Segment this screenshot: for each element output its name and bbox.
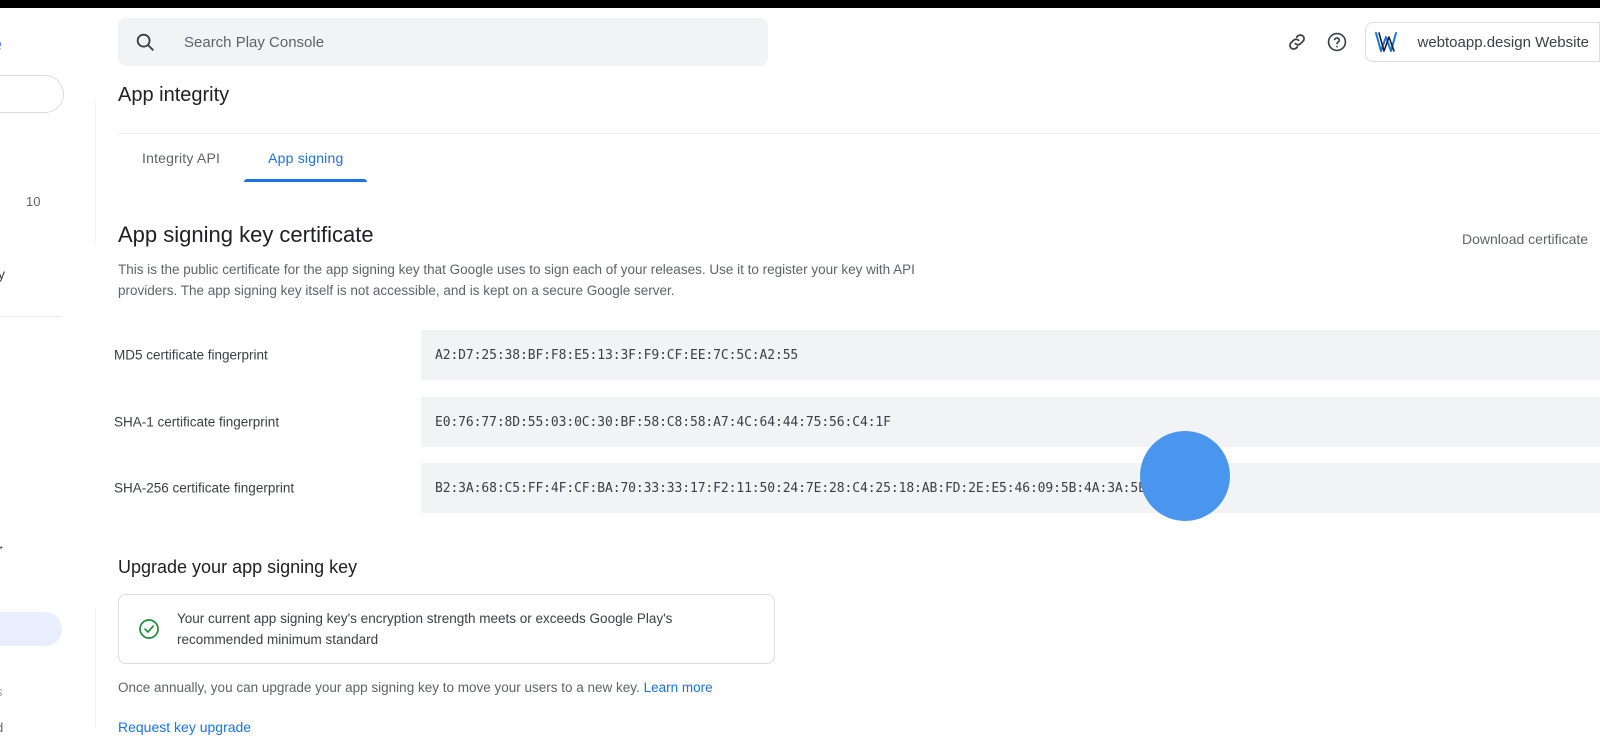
search-icon — [134, 31, 156, 53]
fingerprint-value-sha1[interactable]: E0:76:77:8D:55:03:0C:30:BF:58:C8:58:A7:4… — [421, 397, 1600, 447]
fingerprint-value-sha256[interactable]: B2:3A:68:C5:FF:4F:CF:BA:70:33:33:17:F2:1… — [421, 463, 1600, 513]
tab-integrity-api[interactable]: Integrity API — [118, 134, 244, 182]
sidebar-brand-label[interactable]: Console — [0, 34, 2, 57]
app-root: Console 10 y r s d Search Play Console — [0, 0, 1600, 749]
fingerprint-value-sha256-text: B2:3A:68:C5:FF:4F:CF:BA:70:33:33:17:F2:1… — [435, 481, 1169, 496]
tab-bar: Integrity API App signing — [118, 134, 367, 182]
sidebar-divider — [0, 316, 62, 317]
certificate-description: This is the public certificate for the a… — [118, 259, 958, 301]
sidebar-item-label-fragment-3[interactable]: d — [0, 720, 3, 735]
app-selector-label: webtoapp.design Website — [1417, 34, 1589, 51]
search-input[interactable]: Search Play Console — [118, 18, 768, 66]
request-key-upgrade-link[interactable]: Request key upgrade — [118, 719, 251, 735]
page-title: App integrity — [118, 84, 229, 107]
sidebar-count-badge: 10 — [26, 194, 40, 209]
sidebar-item-selected[interactable] — [0, 612, 62, 646]
fingerprint-value-md5[interactable]: A2:D7:25:38:BF:F8:E5:13:3F:F9:CF:EE:7C:5… — [421, 330, 1600, 380]
fingerprint-label-md5: MD5 certificate fingerprint — [114, 348, 268, 363]
check-circle-icon — [137, 617, 161, 641]
sidebar-item-label-fragment-1[interactable]: y — [0, 266, 5, 282]
fingerprint-row-md5: MD5 certificate fingerprint A2:D7:25:38:… — [0, 330, 1600, 380]
upgrade-note: Once annually, you can upgrade your app … — [118, 680, 713, 695]
tab-app-signing[interactable]: App signing — [244, 134, 367, 182]
learn-more-link[interactable]: Learn more — [644, 680, 713, 695]
fingerprint-value-sha1-text: E0:76:77:8D:55:03:0C:30:BF:58:C8:58:A7:4… — [435, 415, 891, 430]
header-actions: webtoapp.design Website — [1277, 18, 1600, 66]
webtoapp-logo-icon — [1369, 25, 1403, 59]
fingerprint-row-sha1: SHA-1 certificate fingerprint E0:76:77:8… — [0, 397, 1600, 447]
sidebar-edge-line-top — [95, 102, 96, 242]
link-icon[interactable] — [1277, 22, 1317, 62]
section-title-upgrade: Upgrade your app signing key — [118, 557, 357, 578]
key-strength-status-text: Your current app signing key's encryptio… — [177, 608, 756, 650]
sidebar-edge-line-bottom — [95, 608, 96, 728]
key-strength-status-card: Your current app signing key's encryptio… — [118, 594, 775, 664]
fingerprint-value-md5-text: A2:D7:25:38:BF:F8:E5:13:3F:F9:CF:EE:7C:5… — [435, 348, 798, 363]
download-certificate-link[interactable]: Download certificate — [1462, 231, 1588, 247]
upgrade-note-text: Once annually, you can upgrade your app … — [118, 680, 640, 695]
sidebar-section-label-fragment: r — [0, 541, 2, 557]
sidebar-search-box[interactable] — [0, 75, 64, 113]
browser-chrome-strip — [0, 0, 1600, 8]
fingerprint-label-sha1: SHA-1 certificate fingerprint — [114, 415, 279, 430]
help-circle-icon[interactable] — [1317, 22, 1357, 62]
fingerprint-row-sha256: SHA-256 certificate fingerprint B2:3A:68… — [0, 463, 1600, 513]
sidebar-item-label-fragment-2[interactable]: s — [0, 684, 3, 699]
fingerprint-label-sha256: SHA-256 certificate fingerprint — [114, 481, 294, 496]
app-selector-chip[interactable]: webtoapp.design Website — [1365, 22, 1600, 62]
section-title-certificate: App signing key certificate — [118, 222, 374, 248]
search-placeholder-text: Search Play Console — [184, 34, 324, 51]
